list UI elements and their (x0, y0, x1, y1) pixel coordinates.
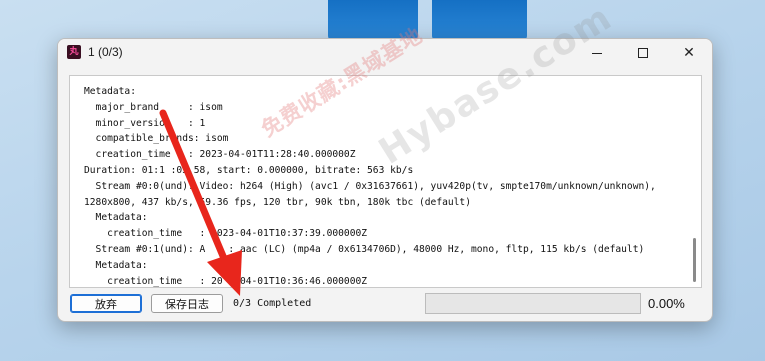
maximize-button[interactable] (620, 39, 666, 67)
log-output[interactable]: Metadata: major_brand : isom minor_versi… (69, 75, 702, 288)
minimize-icon (592, 52, 602, 54)
progress-bar (425, 293, 641, 314)
log-line: Metadata: (84, 212, 148, 224)
title-bar[interactable]: 丸 1 (0/3) ✕ (58, 39, 712, 67)
wallpaper-tile (432, 0, 527, 40)
log-line: Metadata: (84, 259, 148, 271)
close-icon: ✕ (683, 45, 695, 61)
minimize-button[interactable] (574, 39, 620, 67)
abandon-button[interactable]: 放弃 (70, 294, 142, 313)
maximize-icon (638, 48, 648, 58)
vertical-scrollbar[interactable] (687, 76, 701, 287)
log-line: minor_version : 1 (84, 117, 206, 129)
log-text: Metadata: major_brand : isom minor_versi… (70, 84, 685, 287)
log-line: Stream #0:0(und): Video: h264 (High) (av… (84, 180, 656, 192)
log-line: Metadata: (84, 86, 136, 97)
log-line: creation_time : 2023-04-01T11:28:40.0000… (84, 149, 356, 161)
wallpaper-tile (328, 0, 418, 40)
log-line: creation_time : 20 -04-01T10:36:46.00000… (84, 275, 368, 287)
log-line: 1280x800, 437 kb/s, 59.36 fps, 120 tbr, … (84, 196, 471, 208)
scrollbar-thumb[interactable] (693, 238, 696, 282)
save-log-button[interactable]: 保存日志 (151, 294, 223, 313)
close-button[interactable]: ✕ (666, 39, 712, 67)
progress-dialog: 丸 1 (0/3) ✕ Metadata: major_brand : isom… (57, 38, 713, 322)
status-text: 0/3 Completed (233, 298, 312, 309)
log-line: creation_time : 2023-04-01T10:37:39.0000… (84, 228, 368, 240)
window-title: 1 (0/3) (88, 45, 123, 59)
app-icon: 丸 (67, 45, 81, 59)
log-line: compatible_brands: isom (84, 133, 229, 145)
log-line: major_brand : isom (84, 101, 223, 113)
progress-percent: 0.00% (648, 296, 685, 311)
log-line: Duration: 01:1 :05.58, start: 0.000000, … (84, 164, 414, 176)
log-line: Stream #0:1(und): A : aac (LC) (mp4a / 0… (84, 243, 645, 255)
